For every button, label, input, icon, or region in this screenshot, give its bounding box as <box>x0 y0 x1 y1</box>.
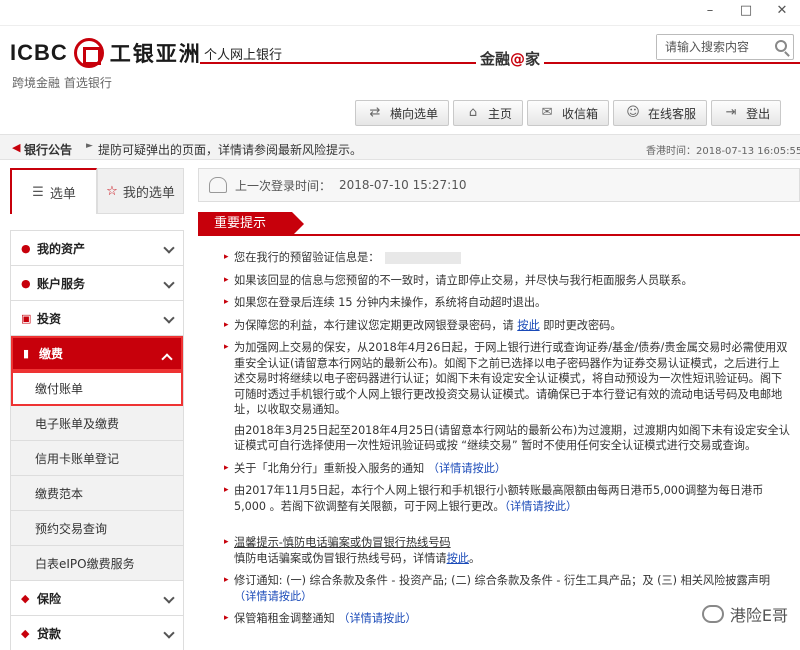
horizontal-menu-button[interactable]: ⇄ 横向选单 <box>355 100 450 126</box>
sidebar-menu: ● 我的资产 ● 账户服务 ▣ 投资 ▮ 缴费 缴付账单 电子账单及缴费 信用卡账单登记… <box>10 230 184 650</box>
search-box <box>656 34 794 60</box>
list-item: ▸ 为保障您的利益，本行建议您定期更改网银登录密码，请 按此 即时更改密码。 <box>224 318 622 332</box>
swap-arrows-icon: ⇄ <box>369 105 381 120</box>
invest-icon: ▣ <box>21 311 32 325</box>
submenu-payment-template[interactable]: 缴费范本 <box>11 476 183 511</box>
details-link[interactable]: （详情请按此） <box>505 500 578 513</box>
brand-tagline: 金融@家 <box>476 48 545 69</box>
submenu-scheduled-query[interactable]: 预约交易查询 <box>11 511 183 546</box>
last-login-value: 2018-07-10 15:27:10 <box>339 178 467 192</box>
bill-icon: ▮ <box>23 347 30 360</box>
arrow-right-icon: ► <box>86 141 93 151</box>
warning-link[interactable]: 温馨提示-慎防电话骗案或伪冒银行热线号码 <box>234 536 451 549</box>
user-silhouette-icon <box>209 177 227 193</box>
sidebar-item-insurance[interactable]: ◆ 保险 <box>11 581 183 616</box>
logo-en: ICBC <box>10 40 68 65</box>
logout-button[interactable]: ⇥ 登出 <box>711 100 782 126</box>
product-title: 个人网上银行 <box>204 48 283 63</box>
sidebar-item-account-services[interactable]: ● 账户服务 <box>11 266 183 301</box>
masked-info <box>385 252 462 264</box>
sidebar-item-invest[interactable]: ▣ 投资 <box>11 301 183 336</box>
chevron-down-icon <box>163 277 175 289</box>
sidebar: ☰ 选单 ☆ 我的选单 ● 我的资产 ● 账户服务 ▣ 投资 ▮ 缴费 缴付账单 电子账单及… <box>10 168 184 650</box>
icbc-logo[interactable]: ICBC 工银亚洲 <box>10 38 202 68</box>
online-service-button[interactable]: ☺ 在线客服 <box>613 100 708 126</box>
search-icon[interactable] <box>775 40 787 52</box>
agent-icon: ☺ <box>626 105 640 120</box>
user-icon: ● <box>21 276 31 290</box>
list-icon: ☰ <box>32 184 44 200</box>
home-button[interactable]: ⌂ 主页 <box>453 100 524 126</box>
chevron-down-icon <box>163 592 175 604</box>
list-item: ▸ 关于「北角分行」重新投入服务的通知 （详情请按此） <box>224 461 507 475</box>
bank-notice-bar: ◀ 银行公告 ► 提防可疑弹出的页面，详情请参阅最新风险提示。 香港时间：201… <box>0 134 800 160</box>
list-item: ▸ 由2017年11月5日起，本行个人网上银行和手机银行小额转账最高限额由每两日港… <box>224 484 764 513</box>
watermark: 港险E哥 <box>701 602 788 626</box>
minimize-icon[interactable]: – <box>702 3 718 18</box>
submenu-pay-bill[interactable]: 缴付账单 <box>11 371 183 406</box>
sidebar-item-bill-payment[interactable]: ▮ 缴费 <box>11 336 183 371</box>
last-login-bar: 上一次登录时间： 2018-07-10 15:27:10 <box>198 168 800 202</box>
site-header: ICBC 工银亚洲 跨境金融 首选银行 个人网上银行 金融@家 <box>0 26 800 96</box>
chevron-down-icon <box>163 312 175 324</box>
search-input[interactable] <box>657 35 767 59</box>
window-titlebar: – □ ✕ <box>0 0 800 26</box>
change-password-link[interactable]: 按此 <box>517 319 539 332</box>
submenu-credit-card-bill[interactable]: 信用卡账单登记 <box>11 441 183 476</box>
mail-icon: ✉ <box>541 105 553 120</box>
list-item: 由2018年3月25日起至2018年4月25日(请留意本行网站的最新公布)为过渡… <box>234 423 790 453</box>
notice-label: 银行公告 <box>24 143 73 157</box>
important-notice-title[interactable]: 重要提示 <box>198 212 304 236</box>
slogan: 跨境金融 首选银行 <box>12 76 112 90</box>
chevron-down-icon <box>163 242 175 254</box>
list-item: ▸ 如果该回显的信息与您预留的不一致时，请立即停止交易，并尽快与我行柜面服务人员联… <box>224 273 693 287</box>
loan-icon: ◆ <box>21 626 30 640</box>
details-link[interactable]: （详情请按此） <box>234 590 312 603</box>
details-link[interactable]: 按此 <box>447 552 469 565</box>
list-item: ▸ 温馨提示-慎防电话骗案或伪冒银行热线号码 慎防电话骗案或伪冒银行热线号码，详情请… <box>224 536 481 565</box>
logout-icon: ⇥ <box>725 105 737 120</box>
hk-time: 香港时间：2018-07-13 16:05:55 <box>646 146 800 157</box>
tab-my-menu[interactable]: ☆ 我的选单 <box>97 168 184 214</box>
insurance-icon: ◆ <box>21 591 30 605</box>
tab-menu[interactable]: ☰ 选单 <box>10 168 97 214</box>
icbc-mark-icon <box>73 38 104 68</box>
details-link[interactable]: （详情请按此） <box>428 462 506 475</box>
last-login-label: 上一次登录时间： <box>235 178 332 193</box>
star-icon: ☆ <box>106 183 118 199</box>
list-item: ▸ 为加强网上交易的保安，从2018年4月26日起，于网上银行进行或查询证券/基金… <box>224 341 788 416</box>
person-icon: ● <box>21 241 31 255</box>
chevron-up-icon <box>161 353 173 365</box>
list-item: ▸ 您在我行的预留验证信息是： <box>224 250 790 266</box>
close-icon[interactable]: ✕ <box>774 3 790 18</box>
logo-cn: 工银亚洲 <box>109 42 202 66</box>
list-item: ▸ 如果您在登录后连续 15 分钟内未操作，系统将自动超时退出。 <box>224 296 547 309</box>
list-item: ▸ 修订通知: (一) 综合条款及条件 - 投资产品; (二) 综合条款及条件 -… <box>224 574 771 603</box>
home-icon: ⌂ <box>468 105 478 120</box>
important-notice-tab: 重要提示 <box>198 212 800 236</box>
top-toolbar: ⇄ 横向选单 ⌂ 主页 ✉ 收信箱 ☺ 在线客服 ⇥ 登出 <box>355 100 782 126</box>
details-link[interactable]: （详情请按此） <box>338 612 416 625</box>
submenu-eipo[interactable]: 白表eIPO缴费服务 <box>11 546 183 581</box>
inbox-button[interactable]: ✉ 收信箱 <box>527 100 610 126</box>
submenu-ebill[interactable]: 电子账单及缴费 <box>11 406 183 441</box>
notice-list: ▸ 您在我行的预留验证信息是： ▸ 如果该回显的信息与您预留的不一致时，请立即停止交… <box>198 236 800 627</box>
maximize-icon[interactable]: □ <box>738 3 754 18</box>
notice-text[interactable]: 提防可疑弹出的页面，详情请参阅最新风险提示。 <box>98 141 362 158</box>
speaker-icon: ◀ <box>12 141 21 154</box>
sidebar-item-loan[interactable]: ◆ 贷款 <box>11 616 183 650</box>
main-content: 上一次登录时间： 2018-07-10 15:27:10 重要提示 ▸ 您在我行的… <box>198 168 800 650</box>
sidebar-item-assets[interactable]: ● 我的资产 <box>11 231 183 266</box>
chevron-down-icon <box>163 627 175 639</box>
wechat-icon <box>701 605 724 623</box>
